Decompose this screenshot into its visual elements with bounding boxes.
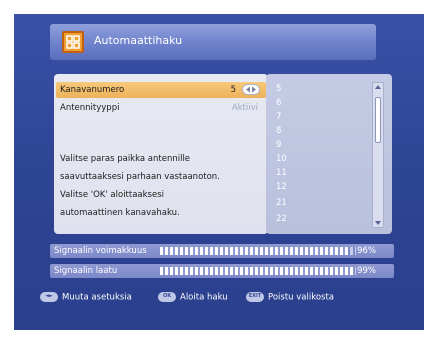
signal-strength-label: Signaalin voimakkuus [54,246,147,256]
scrollbar[interactable] [372,82,384,228]
exit-menu-label: Poistu valikosta [268,292,334,303]
list-item[interactable]: 5 [276,84,281,94]
signal-quality-fill [160,267,355,275]
list-item[interactable]: 21 [276,198,287,208]
signal-quality-label: Signaalin laatu [54,266,118,276]
antenna-type-label: Antennityyppi [60,103,120,113]
settings-panel: Kanavanumero 5 Antennityyppi Aktiivi Val… [54,74,268,234]
channel-number-row[interactable]: Kanavanumero 5 [56,82,266,98]
list-item[interactable]: 8 [276,126,281,136]
signal-strength-fill [160,247,349,255]
left-right-key-icon: ◄► [40,292,58,302]
left-right-arrows-icon[interactable] [242,84,260,95]
instruction-line: Valitse 'OK' aloittaaksesi [60,190,165,200]
channel-list-panel: 5 6 7 8 9 10 11 12 21 22 [266,74,392,234]
title-bar: Automaattihaku [50,24,376,60]
signal-strength-bar [160,247,356,255]
change-settings-label: Muuta asetuksia [62,292,132,303]
signal-strength-percent: 96% [357,246,376,256]
instruction-line: automaattinen kanavahaku. [60,208,180,218]
start-search-hint[interactable]: OK Aloita haku [158,292,228,303]
list-item[interactable]: 9 [276,140,281,150]
change-settings-hint[interactable]: ◄► Muuta asetuksia [40,292,132,303]
signal-quality-row: Signaalin laatu 99% [50,264,394,278]
antenna-type-value: Aktiivi [231,103,258,113]
exit-menu-hint[interactable]: EXIT Poistu valikosta [246,292,334,303]
instruction-line: saavuttaaksesi parhaan vastaanoton. [60,172,220,182]
tv-grid-icon [62,31,84,53]
exit-key-icon: EXIT [246,292,264,302]
antenna-type-row[interactable]: Antennityyppi Aktiivi [56,100,266,116]
frame-bottom [0,330,436,342]
list-item[interactable]: 12 [276,182,287,192]
ok-key-icon: OK [158,292,176,302]
channel-number-label: Kanavanumero [60,85,125,95]
list-item[interactable]: 10 [276,154,287,164]
frame-left [0,0,14,342]
start-search-label: Aloita haku [180,292,228,303]
list-item[interactable]: 6 [276,98,281,108]
signal-strength-row: Signaalin voimakkuus 96% [50,244,394,258]
frame-right [424,0,436,342]
scroll-up-icon[interactable] [374,84,382,90]
scroll-down-icon[interactable] [374,220,382,226]
tv-screen: Automaattihaku Kanavanumero 5 Antennityy… [0,0,436,342]
list-item[interactable]: 11 [276,168,287,178]
channel-number-value: 5 [230,85,236,95]
signal-quality-bar [160,267,356,275]
signal-quality-percent: 99% [357,266,376,276]
list-item[interactable]: 7 [276,112,281,122]
page-title: Automaattihaku [94,34,183,47]
instruction-line: Valitse paras paikka antennille [60,154,191,164]
scrollbar-thumb[interactable] [375,97,381,143]
list-item[interactable]: 22 [276,214,287,224]
frame-top [0,0,436,14]
